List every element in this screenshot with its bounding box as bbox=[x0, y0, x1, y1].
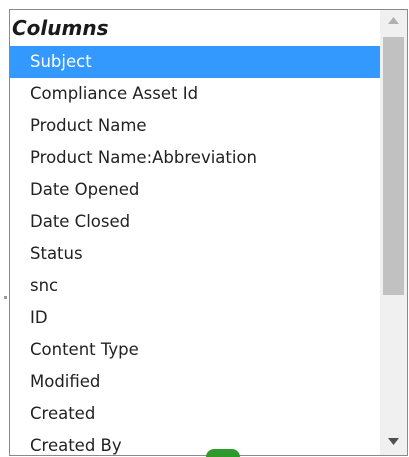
columns-listbox[interactable]: Columns Subject Compliance Asset Id Prod… bbox=[9, 9, 408, 456]
option-compliance-asset-id[interactable]: Compliance Asset Id bbox=[10, 78, 381, 110]
option-content-type[interactable]: Content Type bbox=[10, 334, 381, 366]
triangle-up-icon bbox=[388, 17, 399, 24]
option-snc[interactable]: snc bbox=[10, 270, 381, 302]
triangle-down-icon bbox=[388, 438, 399, 445]
scroll-thumb[interactable] bbox=[383, 37, 404, 295]
option-product-name[interactable]: Product Name bbox=[10, 110, 381, 142]
option-id[interactable]: ID bbox=[10, 302, 381, 334]
scroll-down-button[interactable] bbox=[380, 431, 407, 455]
option-product-name-abbreviation[interactable]: Product Name:Abbreviation bbox=[10, 142, 381, 174]
option-created-by[interactable]: Created By bbox=[10, 430, 381, 455]
background-green-shape bbox=[206, 449, 240, 457]
option-date-opened[interactable]: Date Opened bbox=[10, 174, 381, 206]
option-created[interactable]: Created bbox=[10, 398, 381, 430]
option-list: Columns Subject Compliance Asset Id Prod… bbox=[10, 10, 381, 455]
option-date-closed[interactable]: Date Closed bbox=[10, 206, 381, 238]
background-artifact bbox=[4, 296, 7, 299]
option-status[interactable]: Status bbox=[10, 238, 381, 270]
option-subject[interactable]: Subject bbox=[10, 46, 381, 78]
vertical-scrollbar[interactable] bbox=[380, 10, 407, 455]
option-modified[interactable]: Modified bbox=[10, 366, 381, 398]
optgroup-label-columns: Columns bbox=[12, 16, 109, 40]
scroll-up-button[interactable] bbox=[380, 10, 407, 34]
